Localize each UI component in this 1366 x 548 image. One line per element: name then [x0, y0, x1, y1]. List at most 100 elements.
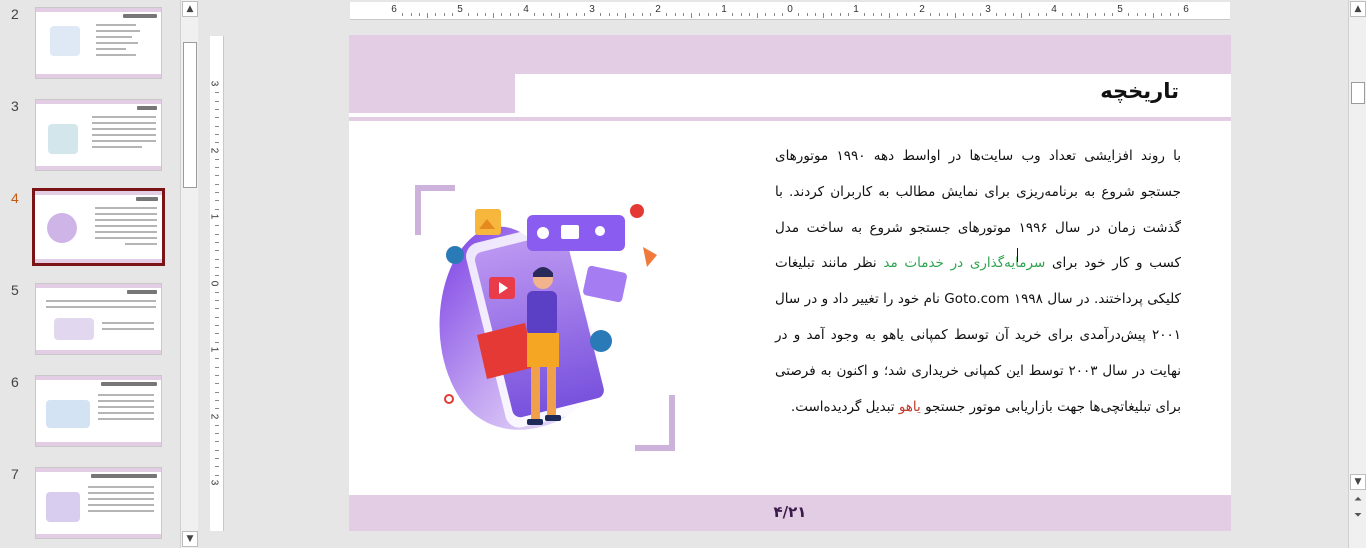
slide-title[interactable]: تاریخچه: [1100, 79, 1179, 103]
ruler-tick: [559, 13, 560, 18]
ruler-tick: [410, 13, 412, 16]
ruler-tick: [889, 13, 890, 18]
ruler-tick: [1103, 13, 1105, 16]
ruler-tick: [215, 192, 219, 194]
ruler-tick: [501, 13, 503, 16]
ruler-tick: [215, 225, 219, 227]
ruler-tick: [427, 13, 428, 18]
ruler-tick: [215, 441, 219, 443]
ruler-tick: [215, 424, 219, 426]
ruler-tick: [1045, 13, 1047, 16]
ruler-tick: [215, 333, 219, 335]
ruler-tick: [765, 13, 767, 16]
thumbnail-scrollbar[interactable]: ▲ ▼: [180, 0, 198, 548]
scrollbar-thumb[interactable]: [183, 42, 197, 188]
ruler-tick: [666, 13, 668, 16]
ruler-tick: [608, 13, 610, 16]
thumbnail-slide-6[interactable]: 6: [0, 374, 180, 450]
ruler-tick: [979, 13, 981, 16]
ruler-tick: [1136, 13, 1138, 16]
thumbnail-slide-4[interactable]: 4: [0, 188, 180, 266]
ruler-tick: [215, 399, 219, 401]
triangle-up-icon[interactable]: ▲: [182, 1, 198, 17]
thumbnail-slide-3[interactable]: 3: [0, 98, 180, 174]
ruler-tick: [215, 208, 219, 210]
ruler-label: 3: [985, 4, 991, 15]
triangle-down-icon[interactable]: ▼: [182, 531, 198, 547]
ruler-tick: [674, 13, 676, 16]
ruler-tick: [215, 241, 219, 243]
ruler-tick: [215, 458, 219, 460]
slide-canvas[interactable]: تاریخچه با روند افزایشی تعداد وب سایت‌ها…: [349, 35, 1231, 531]
ruler-tick: [872, 13, 874, 16]
body-text-part1: با روند افزایشی تعداد وب سایت‌ها در اواس…: [775, 148, 1182, 272]
triangle-down-icon[interactable]: ▼: [1350, 474, 1366, 490]
ruler-tick: [1070, 13, 1072, 16]
ruler-tick: [649, 13, 651, 16]
ruler-tick: [215, 291, 219, 293]
ruler-tick: [215, 117, 219, 119]
ruler-tick: [1004, 13, 1006, 16]
ruler-label: 4: [523, 4, 529, 15]
ruler-label: 6: [391, 4, 397, 15]
thumbnail-image-selected[interactable]: [32, 188, 165, 266]
thumbnail-image[interactable]: [35, 467, 162, 539]
ruler-tick: [534, 13, 536, 16]
ruler-tick: [1161, 13, 1163, 16]
ruler-label: 4: [1051, 4, 1057, 15]
ruler-tick: [215, 408, 219, 410]
ruler-tick: [930, 13, 932, 16]
ruler-tick: [215, 391, 219, 393]
thumbnail-image[interactable]: [35, 283, 162, 355]
ruler-tick: [575, 13, 577, 16]
ruler-tick: [823, 13, 824, 18]
ruler-tick: [1128, 13, 1130, 16]
ruler-label: 2: [655, 4, 661, 15]
ruler-label: 6: [1183, 4, 1189, 15]
thumbnail-slide-2[interactable]: 2: [0, 6, 180, 82]
ruler-tick: [996, 13, 998, 16]
ruler-tick: [517, 13, 519, 16]
ruler-label: 5: [457, 4, 463, 15]
ruler-tick: [435, 13, 437, 16]
ruler-tick: [215, 233, 219, 235]
ruler-tick: [963, 13, 965, 16]
ruler-label: 0: [208, 280, 220, 286]
ruler-tick: [215, 300, 219, 302]
ruler-tick: [215, 374, 219, 376]
ruler-tick: [215, 258, 219, 260]
ruler-label: 2: [208, 413, 220, 419]
ruler-tick: [215, 158, 219, 160]
ruler-tick: [550, 13, 552, 16]
double-up-icon[interactable]: ⏶: [1352, 494, 1364, 506]
ruler-tick: [493, 13, 494, 18]
thumbnail-image[interactable]: [35, 99, 162, 171]
ruler-tick: [215, 108, 219, 110]
ruler-tick: [476, 13, 478, 16]
ruler-tick: [215, 308, 219, 310]
ruler-tick: [215, 142, 219, 144]
thumbnail-slide-5[interactable]: 5: [0, 282, 180, 358]
ruler-tick: [1095, 13, 1097, 16]
ruler-tick: [971, 13, 973, 16]
editor-scrollbar[interactable]: ▲ ▼ ⏶ ⏷: [1348, 0, 1366, 548]
ruler-tick: [509, 13, 511, 16]
ruler-tick: [215, 433, 219, 435]
ruler-tick: [641, 13, 643, 16]
double-down-icon[interactable]: ⏷: [1352, 510, 1364, 522]
thumbnail-slide-7[interactable]: 7: [0, 466, 180, 542]
ruler-label: 3: [208, 80, 220, 87]
ruler-tick: [798, 13, 800, 16]
ruler-tick: [215, 449, 219, 451]
ruler-label: 2: [208, 147, 220, 153]
ruler-tick: [215, 175, 219, 177]
ruler-tick: [839, 13, 841, 16]
thumbnail-image[interactable]: [35, 7, 162, 79]
thumbnail-image[interactable]: [35, 375, 162, 447]
body-text-box[interactable]: با روند افزایشی تعداد وب سایت‌ها در اواس…: [775, 139, 1181, 425]
ruler-tick: [946, 13, 948, 16]
ruler-tick: [748, 13, 750, 16]
triangle-up-icon[interactable]: ▲: [1350, 1, 1366, 17]
scrollbar-thumb[interactable]: [1351, 82, 1365, 104]
social-media-illustration[interactable]: [415, 185, 675, 451]
